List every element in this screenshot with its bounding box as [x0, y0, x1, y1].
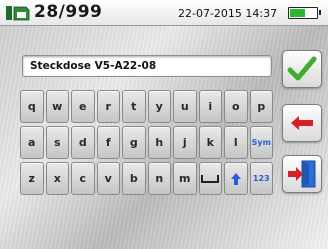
exit-door-icon: [288, 160, 316, 188]
key-s[interactable]: s: [45, 126, 69, 159]
key-b[interactable]: b: [122, 162, 146, 195]
space-icon: [201, 174, 220, 183]
backspace-arrow-icon: [291, 116, 313, 130]
memory-card-icon: [6, 6, 30, 21]
keyboard-row-2: a s d f g h j k l Sym: [20, 126, 273, 159]
check-icon: [287, 56, 317, 81]
key-u[interactable]: u: [173, 90, 197, 123]
key-n[interactable]: n: [147, 162, 171, 195]
status-bar: 28/999 22-07-2015 14:37: [0, 0, 328, 26]
key-v[interactable]: v: [96, 162, 120, 195]
key-h[interactable]: h: [147, 126, 171, 159]
key-t[interactable]: t: [122, 90, 146, 123]
key-q[interactable]: q: [20, 90, 44, 123]
datetime: 22-07-2015 14:37: [178, 7, 278, 20]
shift-arrow-icon: [230, 172, 241, 185]
key-w[interactable]: w: [45, 90, 69, 123]
key-sym[interactable]: Sym: [249, 126, 273, 159]
key-x[interactable]: x: [45, 162, 69, 195]
key-o[interactable]: o: [224, 90, 248, 123]
key-c[interactable]: c: [71, 162, 95, 195]
key-r[interactable]: r: [96, 90, 120, 123]
keyboard-row-3: z x c v b n m 123: [20, 162, 273, 195]
key-m[interactable]: m: [173, 162, 197, 195]
text-input-field[interactable]: Steckdose V5-A22-08: [22, 55, 272, 77]
key-a[interactable]: a: [20, 126, 44, 159]
key-y[interactable]: y: [147, 90, 171, 123]
key-l[interactable]: l: [224, 126, 248, 159]
on-screen-keyboard: q w e r t y u i o p a s d f g h j k l Sy…: [20, 90, 274, 195]
key-k[interactable]: k: [198, 126, 222, 159]
key-e[interactable]: e: [71, 90, 95, 123]
key-j[interactable]: j: [173, 126, 197, 159]
key-f[interactable]: f: [96, 126, 120, 159]
record-counter: 28/999: [34, 2, 103, 22]
key-p[interactable]: p: [249, 90, 273, 123]
keyboard-row-1: q w e r t y u i o p: [20, 90, 273, 123]
key-z[interactable]: z: [20, 162, 44, 195]
key-g[interactable]: g: [122, 126, 146, 159]
exit-button[interactable]: [282, 155, 322, 193]
key-space[interactable]: [198, 162, 222, 195]
battery-icon: [288, 7, 321, 19]
battery-level: [290, 9, 305, 17]
key-numeric[interactable]: 123: [249, 162, 273, 195]
key-d[interactable]: d: [71, 126, 95, 159]
confirm-button[interactable]: [282, 50, 322, 88]
back-button[interactable]: [282, 104, 322, 142]
key-shift[interactable]: [224, 162, 248, 195]
key-i[interactable]: i: [198, 90, 222, 123]
